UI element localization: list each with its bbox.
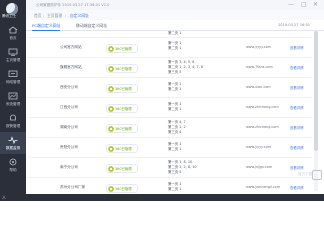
url-cell: www.zhichang.com bbox=[246, 125, 279, 129]
watermark: 官方下载 bbox=[298, 172, 313, 176]
order-cell: 第一页 1 第二页 1 bbox=[168, 41, 182, 50]
order-cell: 第一页 1 第二页 1 bbox=[168, 102, 182, 111]
minimize-button[interactable]: — bbox=[288, 1, 294, 9]
sidebar-item-label: 首页 bbox=[9, 36, 17, 40]
bell-icon bbox=[10, 114, 16, 121]
view-detail-link[interactable]: 查看详情 bbox=[290, 85, 304, 90]
view-detail-link[interactable]: 查看详情 bbox=[290, 45, 304, 50]
order-cell: 第一页 1 第二页 1 bbox=[168, 82, 182, 91]
site-name: 贵阳分公司 bbox=[60, 145, 78, 149]
sidebar: 首页 主页管理 网络管理 系统管理 报警管理 数据监测 帮助 bbox=[0, 0, 26, 201]
status-badge: 360已管理 bbox=[106, 124, 138, 133]
seal-icon bbox=[108, 45, 114, 52]
title-bar: 公司家庭防护手 2019.03.27 17:36:01 V1.0 — □ ✕ bbox=[26, 0, 324, 10]
seal-icon bbox=[108, 125, 114, 132]
site-name: 西安分公司 bbox=[60, 85, 78, 89]
view-detail-link[interactable]: 查看详情 bbox=[290, 125, 304, 130]
table-row: 湖南分公司 360已管理 第一页 4, 7 第二页 1, 2 第三页 4 www.z… bbox=[28, 118, 312, 138]
order-cell: 第一页 1, 8, 10 第二页 1, 2, 8, 10 第三页 5 bbox=[168, 160, 197, 174]
site-name: 苏州分公司厂家 bbox=[60, 185, 86, 189]
url-cell: www.yyyy.com bbox=[246, 145, 271, 149]
scroll-thumb[interactable] bbox=[314, 31, 318, 151]
order-cell: 第一页 4, 7 第二页 1, 2 第三页 4 bbox=[168, 120, 186, 134]
bottom-bar: 人 bbox=[0, 194, 324, 201]
pulse-icon bbox=[8, 136, 18, 144]
close-button[interactable]: ✕ bbox=[313, 1, 318, 9]
table-row: 公司官方网站 360已管理 第一页 1 第二页 1 www.yyyy.com 查看… bbox=[28, 38, 312, 58]
sidebar-item-home[interactable]: 首页 bbox=[0, 22, 26, 44]
table-row: 贵阳分公司 360已管理 第一页 1 第二页 1 www.yyyy.com 查看详… bbox=[28, 138, 312, 158]
order-cell: 第一页 1 第二页 1 bbox=[168, 142, 182, 151]
monitor-icon bbox=[8, 48, 18, 56]
sidebar-item-label: 数据监测 bbox=[5, 146, 21, 150]
status-badge: 360已管理 bbox=[106, 144, 138, 153]
chart-icon bbox=[8, 92, 18, 100]
status-badge: 360已管理 bbox=[106, 44, 138, 53]
window-title: 公司家庭防护手 2019.03.27 17:36:01 V1.0 bbox=[36, 3, 110, 7]
breadcrumb-current: 自定义网址 bbox=[70, 13, 89, 18]
tab-pc-urls[interactable]: PC端自定义网址 bbox=[32, 22, 61, 31]
order-cell: 第二页 1 bbox=[168, 31, 182, 35]
table-row: 西安分公司 360已管理 第一页 1 第二页 1 www.xian.com 查看详… bbox=[28, 78, 312, 98]
sidebar-item-label: 系统管理 bbox=[5, 102, 21, 106]
sidebar-item-label: 帮助 bbox=[9, 168, 17, 172]
order-cell: 第一页 1 第二页 1 bbox=[168, 182, 182, 191]
view-detail-link[interactable]: 查看详情 bbox=[290, 105, 304, 110]
status-badge: 360已管理 bbox=[106, 84, 138, 93]
url-cell: www.jxjjgs.com bbox=[246, 165, 273, 169]
seal-icon bbox=[108, 185, 114, 192]
network-icon bbox=[8, 70, 18, 77]
site-name: 公司官方网站 bbox=[60, 45, 82, 49]
url-cell: www.yonhengli.com bbox=[246, 185, 281, 189]
expand-icon[interactable] bbox=[312, 170, 322, 180]
sidebar-item-label: 报警管理 bbox=[5, 124, 21, 128]
table-row: 第二页 1 bbox=[28, 31, 312, 38]
status-badge: 360已管理 bbox=[106, 64, 138, 73]
app-name: 腾讯卫士 bbox=[2, 14, 17, 18]
sidebar-item-alarm[interactable]: 报警管理 bbox=[0, 110, 26, 132]
seal-icon bbox=[108, 85, 114, 92]
status-badge: 360已管理 bbox=[106, 164, 138, 173]
view-detail-link[interactable]: 查看详情 bbox=[290, 65, 304, 70]
seal-icon bbox=[108, 145, 114, 152]
sidebar-item-network[interactable]: 网络管理 bbox=[0, 66, 26, 88]
breadcrumb: 首页 / 主页管理 / 自定义网址 bbox=[26, 10, 324, 20]
order-cell: 第一页 3, 4, 5, 6 第二页 1, 2, 3, 4, 7, 8 第三页 5 bbox=[168, 60, 203, 74]
table-row: 南宁分公司 360已管理 第一页 1, 8, 10 第二页 1, 2, 8, 10… bbox=[28, 158, 312, 178]
view-detail-link[interactable]: 查看详情 bbox=[290, 165, 304, 170]
breadcrumb-section[interactable]: 主页管理 bbox=[47, 13, 62, 19]
url-cell: www.xian.com bbox=[246, 85, 271, 89]
seal-icon bbox=[108, 165, 114, 172]
scrollbar[interactable] bbox=[314, 31, 318, 191]
maximize-button[interactable]: □ bbox=[301, 1, 307, 9]
site-name: 湖南分公司 bbox=[60, 125, 78, 129]
sidebar-item-homepage-mgmt[interactable]: 主页管理 bbox=[0, 44, 26, 66]
status-badge: 360已管理 bbox=[106, 104, 138, 113]
sidebar-item-label: 网络管理 bbox=[5, 80, 21, 84]
tab-bar: PC端自定义网址 移动端自定义网址 2019.03.27 16:51 bbox=[26, 20, 324, 31]
seal-icon bbox=[108, 65, 114, 72]
table-row: 旗舰官方网站 360已管理 第一页 3, 4, 5, 6 第二页 1, 2, 3,… bbox=[28, 58, 312, 78]
sidebar-item-label: 主页管理 bbox=[5, 58, 21, 62]
view-detail-link[interactable]: 查看详情 bbox=[290, 145, 304, 150]
gear-icon bbox=[9, 158, 17, 166]
site-name: 南宁分公司 bbox=[60, 165, 78, 169]
url-cell: www.zhichang.com bbox=[246, 105, 279, 109]
user-icon[interactable]: 人 bbox=[2, 195, 6, 201]
view-detail-link[interactable]: 查看详情 bbox=[290, 185, 304, 190]
sidebar-item-help[interactable]: 帮助 bbox=[0, 154, 26, 176]
timestamp: 2019.03.27 16:51 bbox=[278, 23, 311, 27]
url-cell: www.yyyy.com bbox=[246, 45, 271, 49]
sidebar-item-monitor[interactable]: 数据监测 bbox=[0, 132, 26, 154]
tab-mobile-urls[interactable]: 移动端自定义网址 bbox=[76, 22, 107, 30]
seal-icon bbox=[108, 105, 114, 112]
site-name: 旗舰官方网站 bbox=[60, 65, 82, 69]
site-name: 江西分公司 bbox=[60, 105, 78, 109]
table-row: 江西分公司 360已管理 第一页 1 第二页 1 www.zhichang.com… bbox=[28, 98, 312, 118]
url-cell: www.7fans.com bbox=[246, 65, 273, 69]
sidebar-item-system[interactable]: 系统管理 bbox=[0, 88, 26, 110]
home-icon bbox=[8, 26, 18, 34]
breadcrumb-home[interactable]: 首页 bbox=[34, 13, 42, 19]
status-badge: 360已管理 bbox=[106, 184, 138, 193]
